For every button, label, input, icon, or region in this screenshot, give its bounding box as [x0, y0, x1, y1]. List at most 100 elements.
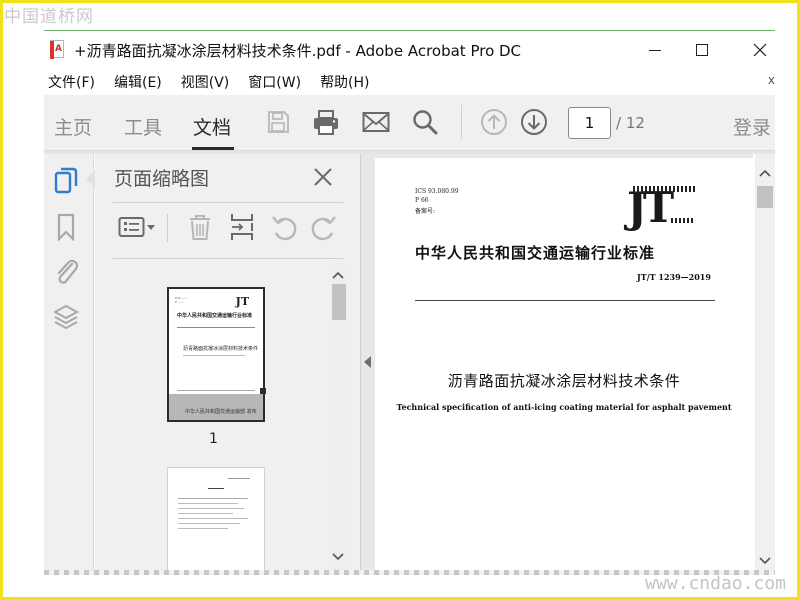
doc-scroll-up-button[interactable]: [757, 164, 773, 182]
panel-pointer: [86, 170, 95, 188]
menu-bar: 文件(F) 编辑(E) 视图(V) 窗口(W) 帮助(H) x: [44, 69, 775, 95]
layers-button[interactable]: [52, 302, 80, 332]
window-title: +沥青路面抗凝冰涂层材料技术条件.pdf - Adobe Acrobat Pro…: [74, 42, 522, 60]
find-button[interactable]: [411, 108, 439, 136]
rotate-left-icon: [272, 216, 297, 241]
panel-divider-2: [113, 258, 343, 259]
maximize-button[interactable]: [687, 37, 717, 63]
tab-home[interactable]: 主页: [54, 113, 92, 140]
thumbnail-scrollbar[interactable]: [330, 262, 346, 572]
login-button[interactable]: 登录: [733, 113, 771, 140]
panel-close-button[interactable]: [310, 164, 336, 190]
save-button[interactable]: [264, 108, 292, 136]
thumbnail-resize-handle[interactable]: [260, 388, 266, 394]
page-thumbnail-1[interactable]: ICS —— P —— JT 中华人民共和国交通运输行业标准 沥青路面抗凝冰涂层…: [167, 287, 266, 422]
page-thumbnails-button[interactable]: [52, 166, 80, 196]
chevron-down-icon: [332, 553, 344, 561]
minimize-button[interactable]: [640, 37, 670, 63]
panel-title: 页面缩略图: [114, 168, 210, 190]
chevron-up-icon: [759, 169, 771, 177]
attachment-icon: [57, 259, 79, 284]
menu-help[interactable]: 帮助(H): [320, 72, 369, 92]
menu-file[interactable]: 文件(F): [48, 72, 95, 92]
chevron-up-icon: [332, 271, 344, 279]
page-thumbnail-2[interactable]: [167, 467, 265, 573]
navigation-rail: [44, 154, 94, 575]
page-thumbnails-panel: 页面缩略图 ICS —— P —— JT 中华人民共和国交通运输行业标准 沥青路…: [86, 154, 361, 575]
standard-code: JT/T 1239—2019: [637, 272, 711, 282]
page-number-input[interactable]: 1: [568, 107, 611, 139]
thumbnail-rule: [177, 327, 255, 328]
layers-icon: [52, 304, 80, 330]
document-scrollbar[interactable]: [755, 154, 775, 575]
scroll-down-button[interactable]: [330, 548, 346, 566]
standard-heading: 中华人民共和国交通运输行业标准: [415, 244, 656, 262]
tab-tools[interactable]: 工具: [124, 113, 162, 140]
delete-page-button[interactable]: [185, 212, 215, 242]
heading-rule: [415, 300, 715, 301]
active-tab-indicator: [192, 147, 234, 150]
previous-page-button[interactable]: [480, 108, 508, 136]
print-button[interactable]: [312, 108, 340, 136]
document-title-english: Technical specification of anti-icing co…: [396, 402, 732, 412]
save-icon: [268, 111, 289, 133]
panel-divider: [113, 202, 343, 203]
thumbnail-label-1: 1: [209, 431, 218, 447]
close-icon: [753, 43, 767, 57]
thumbnail-heading: 中华人民共和国交通运输行业标准: [177, 313, 253, 319]
thumbnail-footer-band: 中华人民共和国交通运输部 发布: [169, 394, 263, 420]
close-icon: [314, 168, 332, 186]
page-up-icon: [481, 109, 507, 135]
tab-document[interactable]: 文档: [193, 113, 231, 140]
main-toolbar: 主页 工具 文档 1 / 12 登录: [44, 95, 775, 151]
page-total: / 12: [616, 114, 645, 132]
menu-view[interactable]: 视图(V): [181, 72, 230, 92]
bookmarks-button[interactable]: [52, 212, 80, 242]
doc-meta-ics: ICS 93.080.99: [415, 188, 459, 195]
document-view[interactable]: ICS 93.080.99 P 66 备案号: JT 中华人民共和国交通运输行业…: [375, 154, 753, 575]
insert-page-button[interactable]: [227, 212, 257, 242]
insert-page-icon: [231, 214, 253, 240]
scroll-up-button[interactable]: [330, 266, 346, 284]
page-down-icon: [521, 109, 547, 135]
thumbnail-logo: JT: [235, 295, 249, 308]
acrobat-window: +沥青路面抗凝冰涂层材料技术条件.pdf - Adobe Acrobat Pro…: [44, 30, 775, 575]
thumbnail-title: 沥青路面抗凝冰涂层材料技术条件: [183, 346, 259, 352]
thumbnail-footer-text: 中华人民共和国交通运输部 发布: [185, 409, 257, 415]
maximize-icon: [696, 44, 708, 56]
menu-window[interactable]: 窗口(W): [248, 72, 301, 92]
thumbnail-options-button[interactable]: [117, 212, 157, 242]
chevron-down-icon: [759, 557, 771, 565]
page-thumbnails-icon: [54, 167, 78, 194]
rotate-left-button[interactable]: [269, 212, 299, 242]
menu-edit[interactable]: 编辑(E): [114, 72, 162, 92]
bookmark-icon: [57, 213, 75, 241]
attachments-button[interactable]: [52, 256, 80, 286]
doc-scroll-down-button[interactable]: [757, 552, 773, 570]
email-button[interactable]: [362, 108, 390, 136]
thumbnail-list: ICS —— P —— JT 中华人民共和国交通运输行业标准 沥青路面抗凝冰涂层…: [113, 261, 349, 573]
panel-tool-separator: [167, 214, 168, 242]
jt-logo: JT: [625, 186, 695, 229]
search-icon: [413, 110, 438, 135]
close-window-button[interactable]: [745, 37, 775, 63]
scrollbar-thumb[interactable]: [332, 284, 346, 320]
options-menu-icon: [118, 217, 155, 237]
rotate-right-button[interactable]: [309, 212, 339, 242]
email-icon: [362, 112, 390, 132]
panel-collapse-strip: [361, 154, 375, 575]
print-icon: [314, 110, 338, 135]
doc-scrollbar-thumb[interactable]: [757, 186, 773, 208]
collapse-panel-icon[interactable]: [364, 356, 371, 368]
thumbnail-footer-line: [177, 390, 255, 391]
menu-overflow[interactable]: x: [768, 73, 775, 87]
doc-meta-class: P 66: [415, 197, 429, 204]
document-page: ICS 93.080.99 P 66 备案号: JT 中华人民共和国交通运输行业…: [375, 158, 753, 575]
title-bar: +沥青路面抗凝冰涂层材料技术条件.pdf - Adobe Acrobat Pro…: [44, 31, 775, 69]
thumbnail-subtitle-line: [183, 355, 245, 356]
watermark-top: 中国道桥网: [4, 7, 94, 27]
next-page-button[interactable]: [520, 108, 548, 136]
rotate-right-icon: [311, 216, 336, 241]
minimize-icon: [649, 49, 661, 51]
doc-meta-record: 备案号:: [415, 208, 436, 215]
